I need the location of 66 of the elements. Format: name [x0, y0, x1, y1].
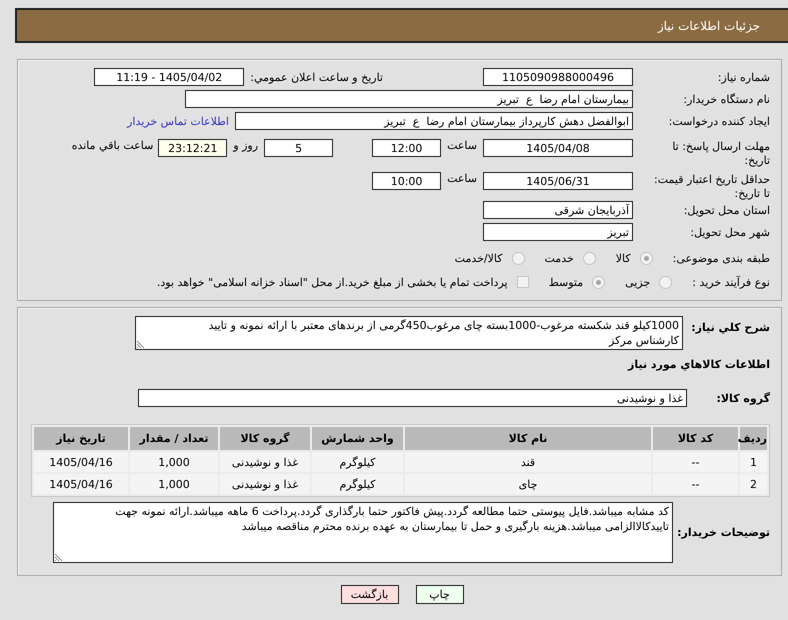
table-cell: کیلوگرم — [312, 474, 403, 494]
column-header: ردیف — [740, 427, 767, 450]
section-heading: اطلاعات کالاهاي مورد نیاز — [628, 358, 770, 372]
column-header: کد کالا — [653, 427, 738, 450]
field-label: ایجاد کننده درخواست: — [668, 114, 770, 128]
days-label: روز و — [233, 139, 258, 152]
table-cell: 1,000 — [130, 452, 218, 472]
radio-label: خدمت — [544, 252, 574, 264]
table-cell: غذا و نوشیدنی — [220, 452, 310, 472]
remaining-time-field[interactable]: 23:12:21 — [158, 139, 228, 157]
table-cell: 2 — [740, 474, 767, 494]
field-label: طبقه بندی موضوعی: — [672, 252, 770, 264]
field-label: نام دستگاه خریدار: — [682, 92, 770, 106]
radio-label: کالا — [616, 252, 631, 264]
table-cell: قند — [405, 452, 651, 472]
description-textarea[interactable]: 1000کیلو قند شکسته مرغوب-1000بسته چای مرغوب450گرمی از برندهای معتبر با ارائه نمونه و تایید کارشناس مرکز — [135, 316, 683, 350]
table-cell: -- — [653, 474, 738, 494]
requester-field[interactable]: ابوالفضل دهش کارپرداز بیمارستان امام رضا ع تبریز — [235, 112, 633, 130]
validity-date-field[interactable]: 1405/06/31 — [483, 172, 633, 190]
field-label: شماره نیاز: — [716, 70, 770, 84]
column-header: تعداد / مقدار — [130, 427, 218, 450]
buyer-contact-link[interactable]: اطلاعات تماس خریدار — [127, 114, 229, 128]
table-cell: 1 — [740, 452, 767, 472]
validity-time-field[interactable]: 10:00 — [372, 172, 442, 190]
field-label: گروه کالا: — [715, 392, 770, 404]
need-number-field[interactable]: 1105090988000496 — [483, 68, 633, 86]
field-label: تاریخ و ساعت اعلان عمومي: — [249, 70, 383, 84]
deadline-date-field[interactable]: 1405/04/08 — [483, 139, 633, 157]
column-header: تاریخ نیاز — [34, 427, 128, 450]
buyer-org-field[interactable]: بیمارستان امام رضا ع تبریز — [185, 90, 633, 108]
column-header: واحد شمارش — [312, 427, 403, 450]
field-label: حداقل تاریخ اعتبار قیمت: تا تاریخ: — [653, 172, 770, 201]
announce-date-field[interactable]: 1405/04/02 - 11:19 — [94, 68, 244, 86]
column-header: گروه کالا — [220, 427, 310, 450]
table-cell: چای — [405, 474, 651, 494]
time-label: ساعت — [447, 172, 477, 185]
back-button[interactable]: بازگشت — [340, 585, 398, 604]
field-label: شرح کلي نیاز: — [690, 320, 770, 334]
time-label: ساعت — [447, 139, 477, 152]
field-label: مهلت ارسال پاسخ: تا تاریخ: — [671, 139, 770, 168]
buyer-notes-textarea[interactable]: کد مشابه میباشد.فایل پیوستی حتما مطالعه گردد.پیش فاکتور حتما بارگذاری گردد.پرداخت 6 ماهه میباشد.ارائه نمونه جهت تاییدکالاالزامی میباشد.هزینه بارگیری و حمل تا بیمارستان به عهده برنده محترم مناقصه میباشد — [53, 502, 673, 563]
table-cell: کیلوگرم — [312, 452, 403, 472]
field-label: نوع فرآیند خرید : — [691, 276, 770, 288]
resize-grip-icon[interactable] — [137, 340, 145, 348]
table-cell: 1,000 — [130, 474, 218, 494]
remaining-label: ساعت باقي مانده — [72, 139, 154, 152]
province-field[interactable]: آذربایجان شرقی — [483, 201, 633, 219]
table-cell: 1405/04/16 — [34, 474, 128, 494]
field-label: توضیحات خریدار: — [676, 526, 770, 539]
city-field[interactable]: تبریز — [483, 223, 633, 241]
field-label: استان محل تحویل: — [682, 204, 770, 216]
field-label: شهر محل تحویل: — [689, 226, 770, 238]
page-title: جزئیات اطلاعات نیاز — [658, 18, 760, 32]
deadline-time-field[interactable]: 12:00 — [372, 139, 442, 157]
column-header: نام کالا — [405, 427, 651, 450]
radio-label: متوسط — [548, 276, 584, 288]
table-cell: -- — [653, 452, 738, 472]
goods-group-field[interactable]: غذا و نوشیدنی — [138, 389, 687, 407]
checkbox-label: پرداخت تمام یا بخشی از مبلغ خرید.از محل "اسناد خزانه اسلامی" خواهد بود. — [156, 276, 508, 288]
print-button[interactable]: چاپ — [416, 585, 464, 604]
table-cell: غذا و نوشیدنی — [220, 474, 310, 494]
table-cell: 1405/04/16 — [34, 452, 128, 472]
radio-label: جزیی — [625, 276, 650, 288]
resize-grip-icon[interactable] — [55, 553, 63, 561]
radio-label: کالا/خدمت — [454, 252, 502, 264]
days-field[interactable]: 5 — [264, 139, 334, 157]
